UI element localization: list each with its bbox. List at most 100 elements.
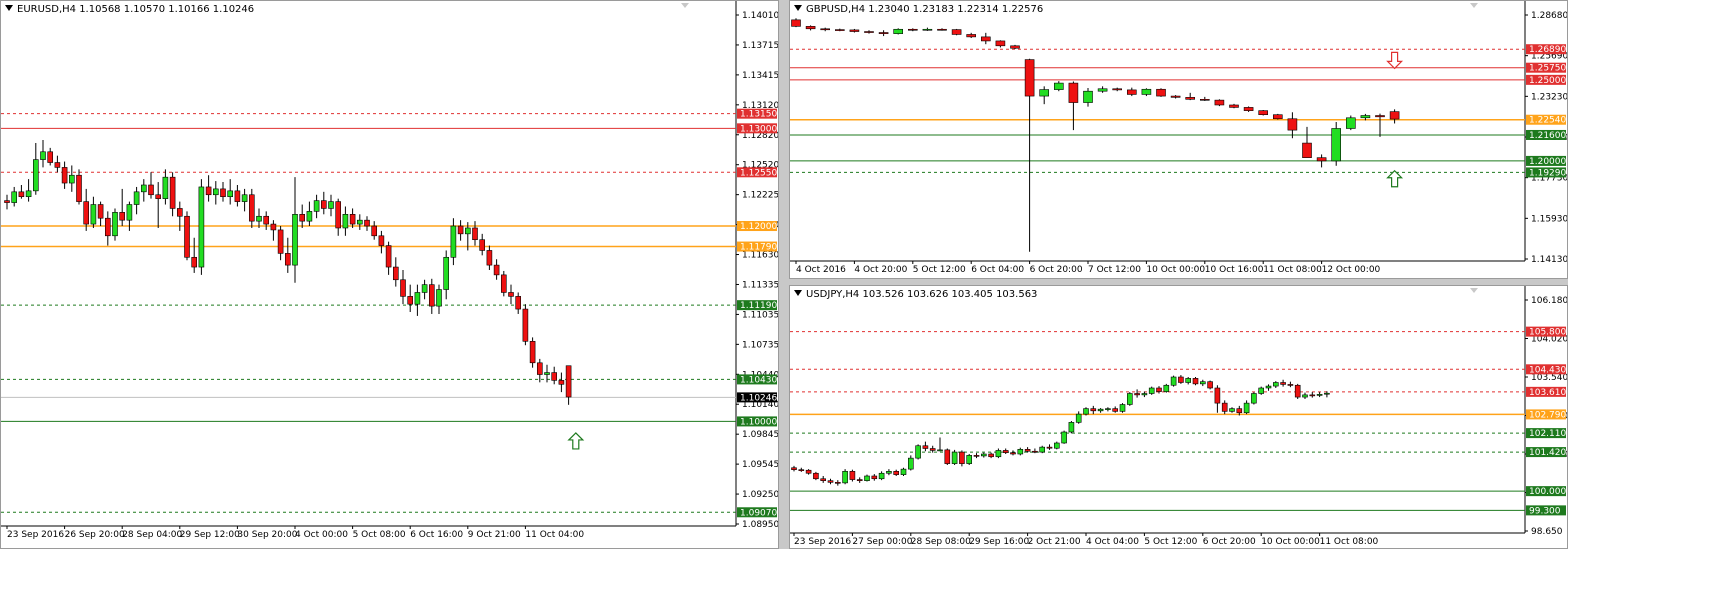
candle-body <box>529 341 536 364</box>
candle-body <box>1053 82 1064 90</box>
x-tick-label: 23 Sep 2016 <box>794 537 851 547</box>
candle-body <box>1331 128 1342 162</box>
candle-body <box>1170 95 1181 98</box>
candle-body <box>90 204 97 225</box>
x-tick-label: 29 Sep 12:00 <box>180 530 240 540</box>
candle-body <box>1294 384 1301 398</box>
gbpusd-chart-window[interactable]: GBPUSD,H4 1.23040 1.23183 1.22314 1.2257… <box>789 0 1568 279</box>
candle-body <box>148 184 154 196</box>
candle-body <box>392 266 399 281</box>
candle-body <box>1214 387 1221 404</box>
candle-body <box>1002 450 1009 453</box>
candle-body <box>1083 90 1093 103</box>
y-tick-label: 1.28680 <box>1531 11 1567 21</box>
x-tick-label: 6 Oct 16:00 <box>410 530 463 540</box>
candle-body <box>922 445 929 449</box>
candle-body <box>1156 88 1166 97</box>
candle-body <box>356 219 363 225</box>
level-price-label: 100.000 <box>1529 487 1566 497</box>
candle-body <box>464 227 471 235</box>
y-tick-label: 1.09545 <box>742 460 778 470</box>
usdjpy-chart-window[interactable]: USDJPY,H4 103.526 103.626 103.405 103.56… <box>789 285 1568 549</box>
candle-body <box>1075 413 1082 423</box>
y-tick-label: 1.11035 <box>742 310 778 320</box>
candle-body <box>842 471 848 484</box>
x-tick-label: 6 Oct 20:00 <box>1030 265 1083 275</box>
y-tick-label: 1.14010 <box>742 11 778 21</box>
candle-body <box>11 191 17 203</box>
candle-body <box>988 453 994 458</box>
candle-body <box>1243 107 1254 111</box>
candle-body <box>1097 408 1104 412</box>
candle-body <box>1119 404 1126 412</box>
candle-body <box>234 190 241 202</box>
x-tick-label: 26 Sep 20:00 <box>65 530 125 540</box>
candle-body <box>849 29 860 32</box>
x-tick-label: 7 Oct 12:00 <box>1088 265 1141 275</box>
level-price-label: 101.420 <box>1529 448 1566 458</box>
level-price-label: 102.110 <box>1529 429 1566 439</box>
candle-body <box>97 204 104 219</box>
candle-body <box>479 239 486 251</box>
x-tick-label: 28 Sep 08:00 <box>911 537 971 547</box>
x-tick-label: 10 Oct 00:00 <box>1261 537 1320 547</box>
candle-body <box>25 190 32 198</box>
usdjpy-candlestick-chart[interactable]: 106.180104.020103.540101.860100.81099.73… <box>790 286 1567 548</box>
candle-body <box>1148 387 1155 394</box>
level-price-label: 1.10430 <box>740 375 777 385</box>
level-price-label: 1.12000 <box>740 222 777 232</box>
y-tick-label: 106.180 <box>1531 296 1567 306</box>
x-tick-label: 30 Sep 20:00 <box>237 530 297 540</box>
candle-body <box>1053 442 1060 449</box>
candle-body <box>263 215 270 225</box>
candle-body <box>1024 449 1031 452</box>
candle-body <box>959 451 965 464</box>
vertical-splitter[interactable] <box>779 0 789 549</box>
x-tick-label: 10 Oct 00:00 <box>1146 265 1205 275</box>
candle-body <box>284 253 291 266</box>
candle-body <box>371 225 378 237</box>
level-price-label: 1.25750 <box>1529 64 1566 74</box>
candle-body <box>1324 392 1330 395</box>
candle-body <box>385 245 392 268</box>
candle-body <box>1258 110 1269 116</box>
candle-body <box>169 176 176 209</box>
y-tick-label: 1.11335 <box>742 280 778 290</box>
candle-body <box>299 214 306 222</box>
candle-body <box>1243 402 1250 414</box>
candle-body <box>428 284 435 307</box>
eurusd-chart-window[interactable]: EURUSD,H4 1.10568 1.10570 1.10166 1.1024… <box>0 0 779 549</box>
level-price-label: 1.20000 <box>1529 157 1566 167</box>
candle-body <box>937 449 943 452</box>
candle-body <box>313 200 320 212</box>
y-tick-label: 1.08950 <box>742 520 778 530</box>
x-tick-label: 5 Oct 12:00 <box>1144 537 1197 547</box>
candle-body <box>213 188 219 196</box>
candle-body <box>893 28 903 34</box>
gbpusd-candlestick-chart[interactable]: 1.286801.256901.232301.202501.177301.159… <box>790 1 1567 278</box>
candle-body <box>820 478 827 481</box>
candle-body <box>69 174 75 184</box>
candle-body <box>1309 394 1316 397</box>
candle-body <box>256 215 262 222</box>
level-price-label: 1.10000 <box>740 417 777 427</box>
x-tick-label: 5 Oct 12:00 <box>913 265 966 275</box>
candle-body <box>378 235 385 246</box>
candle-body <box>1389 111 1400 120</box>
eurusd-candlestick-chart[interactable]: 1.140101.137151.134151.131201.128201.125… <box>1 1 778 548</box>
y-tick-label: 98.650 <box>1531 527 1563 537</box>
x-tick-label: 4 Oct 20:00 <box>854 265 907 275</box>
candle-body <box>54 162 61 168</box>
candle-body <box>342 214 349 229</box>
candle-body <box>1302 142 1312 158</box>
candle-body <box>937 28 947 31</box>
x-tick-label: 4 Oct 04:00 <box>1086 537 1139 547</box>
candle-body <box>4 200 10 203</box>
down-arrow-icon <box>1386 51 1404 70</box>
x-tick-label: 6 Oct 20:00 <box>1203 537 1256 547</box>
candle-body <box>805 469 812 474</box>
candle-body <box>47 151 54 163</box>
level-price-label: 105.800 <box>1529 328 1566 338</box>
candle-body <box>450 225 457 258</box>
candle-body <box>1156 387 1162 392</box>
